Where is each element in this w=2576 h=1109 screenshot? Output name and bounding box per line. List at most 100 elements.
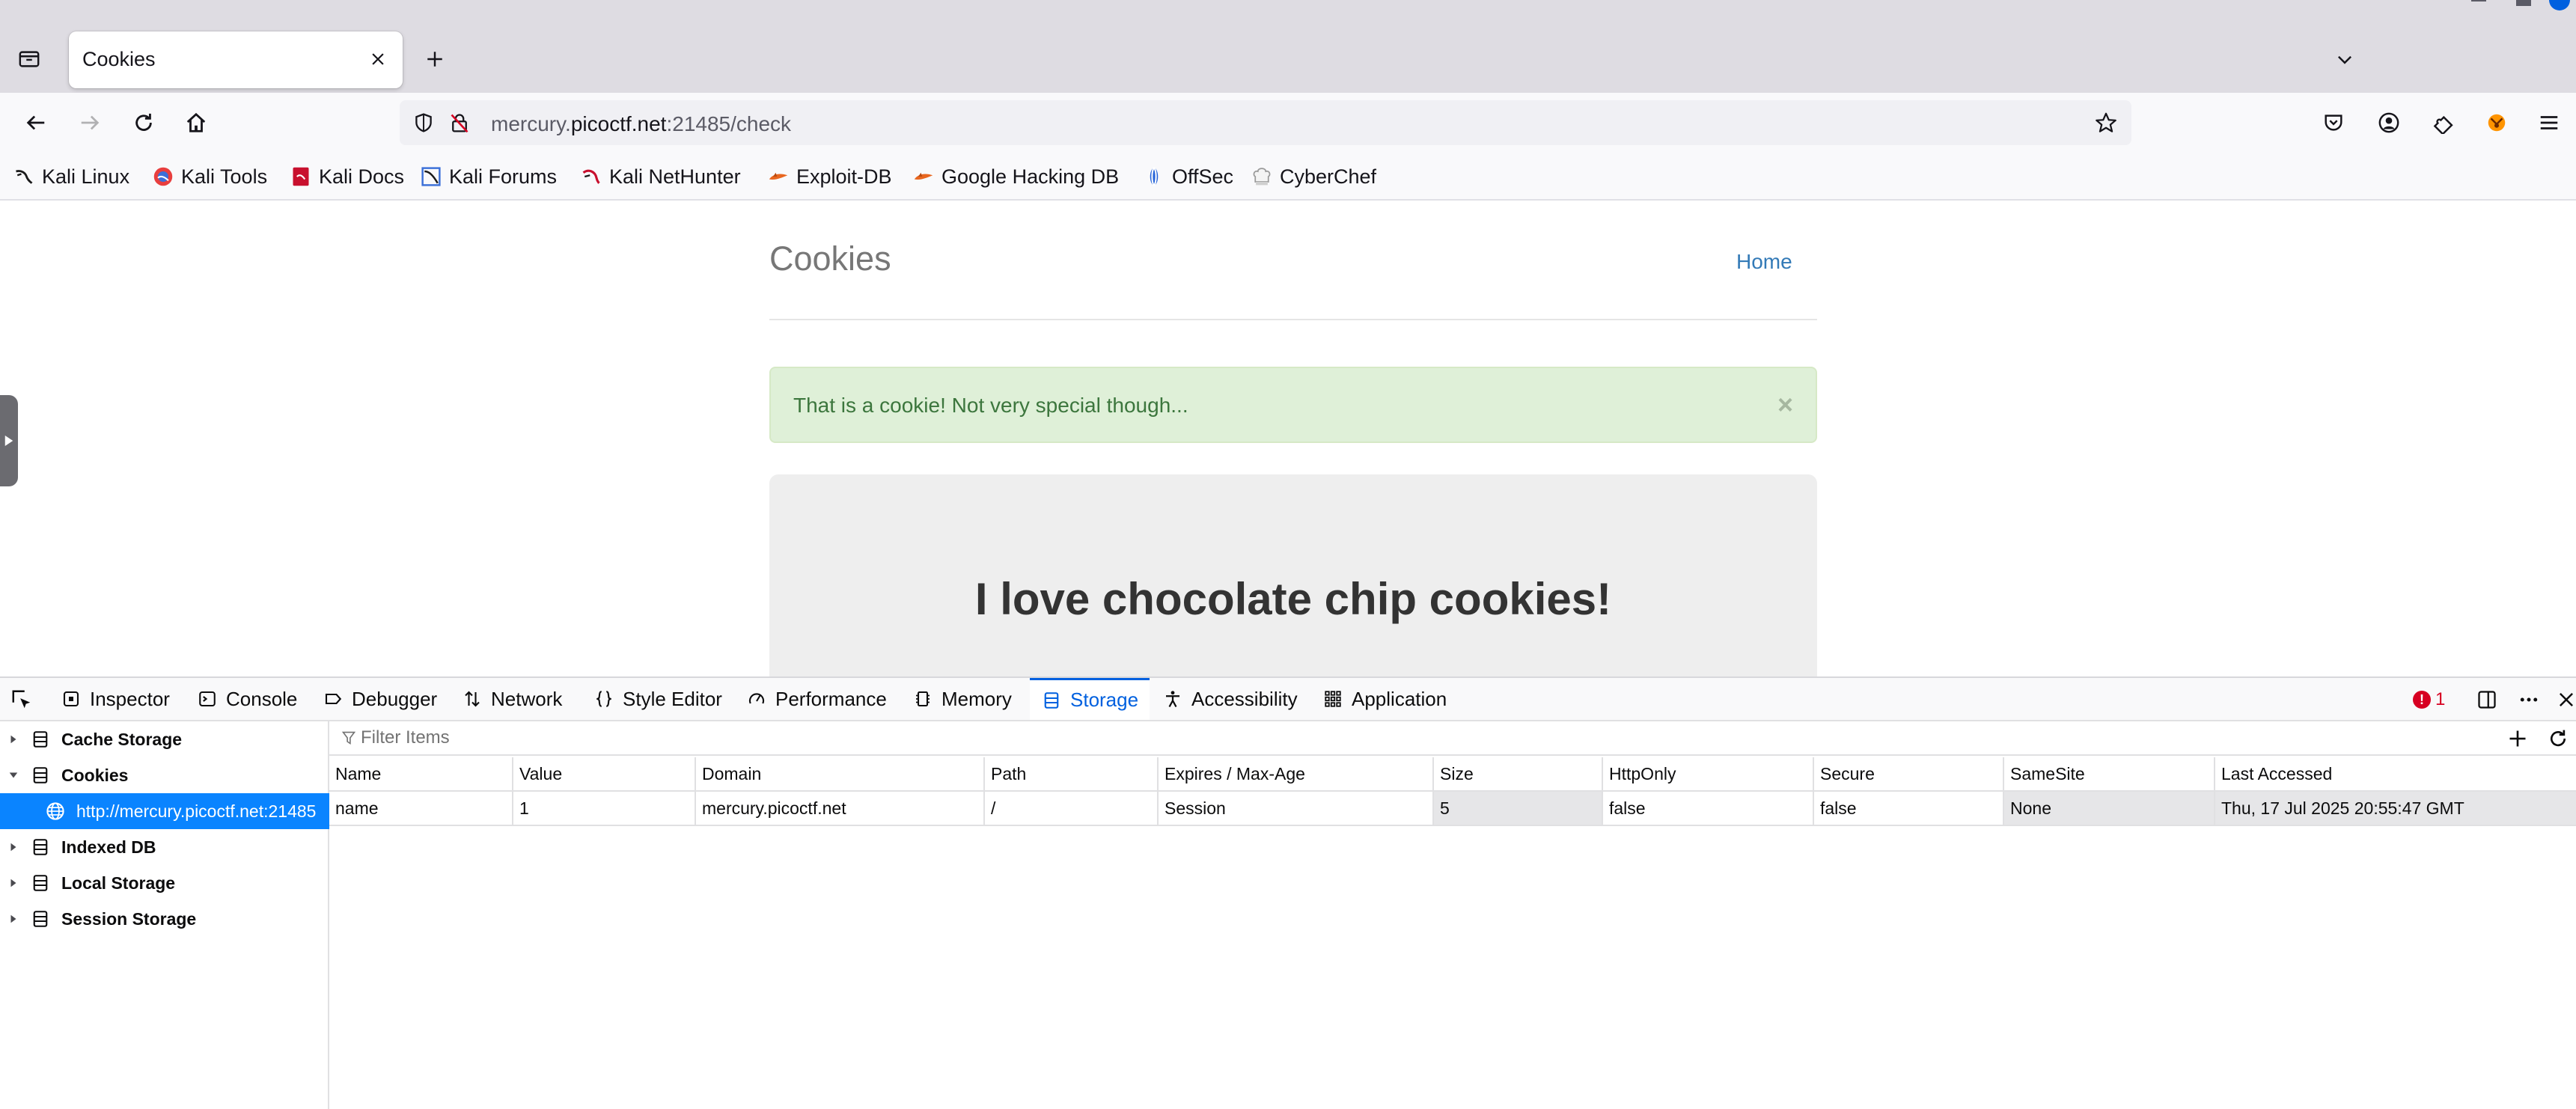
tab-cookies[interactable]: Cookies <box>69 31 403 88</box>
extension-fox-icon[interactable] <box>2480 106 2513 139</box>
tab-debugger[interactable]: Debugger <box>322 678 437 720</box>
firefox-view-icon[interactable] <box>13 43 45 75</box>
url-text[interactable]: mercury.picoctf.net:21485/check <box>491 112 791 136</box>
bookmark-exploit-db[interactable]: Exploit-DB <box>768 163 892 190</box>
tab-application[interactable]: Application <box>1322 678 1447 720</box>
column-header-samesite[interactable]: SameSite <box>2004 757 2215 792</box>
tab-label: Storage <box>1070 688 1139 711</box>
bookmark-label: Google Hacking DB <box>941 165 1120 188</box>
navigation-toolbar: mercury.picoctf.net:21485/check <box>0 93 2576 153</box>
application-icon <box>1322 688 1344 710</box>
accessibility-icon <box>1162 688 1184 710</box>
cell-expires[interactable]: Session <box>1159 792 1434 826</box>
dock-side-icon[interactable] <box>2474 687 2500 712</box>
tree-item-cookie-origin[interactable]: http://mercury.picoctf.net:21485 <box>0 793 329 829</box>
hamburger-menu-icon[interactable] <box>2533 106 2566 139</box>
bookmark-star-icon[interactable] <box>2093 109 2119 136</box>
bookmark-offsec[interactable]: OffSec <box>1144 163 1233 190</box>
bookmark-kali-nethunter[interactable]: Kali NetHunter <box>581 163 741 190</box>
bookmark-label: Exploit-DB <box>796 165 892 188</box>
pocket-icon[interactable] <box>2317 106 2350 139</box>
bookmark-kali-linux[interactable]: Kali Linux <box>13 163 129 190</box>
cell-path[interactable]: / <box>985 792 1159 826</box>
cell-domain[interactable]: mercury.picoctf.net <box>696 792 985 826</box>
error-count: 1 <box>2435 689 2446 709</box>
tree-label: http://mercury.picoctf.net:21485 <box>76 801 317 821</box>
column-header-httponly[interactable]: HttpOnly <box>1603 757 1814 792</box>
tab-performance[interactable]: Performance <box>745 678 887 720</box>
list-all-tabs-chevron-icon[interactable] <box>2329 43 2360 75</box>
sidebar-toggle-arrow-icon[interactable] <box>0 395 18 486</box>
address-bar[interactable]: mercury.picoctf.net:21485/check <box>400 100 2131 145</box>
bookmark-kali-forums[interactable]: Kali Forums <box>421 163 557 190</box>
window-controls <box>2464 0 2576 10</box>
url-domain: picoctf.net <box>570 112 667 135</box>
forward-arrow-icon[interactable] <box>73 106 106 139</box>
cell-value[interactable]: 1 <box>513 792 696 826</box>
more-options-icon[interactable] <box>2516 687 2542 712</box>
refresh-items-icon[interactable] <box>2545 726 2572 751</box>
close-devtools-icon[interactable] <box>2554 687 2576 712</box>
tree-item-cache-storage[interactable]: Cache Storage <box>0 721 329 757</box>
column-header-secure[interactable]: Secure <box>1814 757 2004 792</box>
expand-arrow-icon[interactable] <box>6 878 21 888</box>
cell-samesite[interactable]: None <box>2004 792 2215 826</box>
column-header-name[interactable]: Name <box>329 757 513 792</box>
expand-arrow-icon[interactable] <box>6 842 21 852</box>
bookmark-google-hacking-db[interactable]: Google Hacking DB <box>913 163 1119 190</box>
storage-tree: Cache Storage Cookies http://mercury.pic… <box>0 721 329 1109</box>
cell-size[interactable]: 5 <box>1434 792 1603 826</box>
tab-style-editor[interactable]: Style Editor <box>593 678 722 720</box>
tree-label: Cookies <box>61 765 129 785</box>
tab-console[interactable]: Console <box>196 678 297 720</box>
collapse-arrow-icon[interactable] <box>6 770 21 780</box>
extensions-puzzle-icon[interactable] <box>2426 106 2459 139</box>
tree-item-local-storage[interactable]: Local Storage <box>0 865 329 901</box>
column-header-value[interactable]: Value <box>513 757 696 792</box>
column-header-domain[interactable]: Domain <box>696 757 985 792</box>
add-item-plus-icon[interactable] <box>2504 726 2531 751</box>
new-tab-plus-icon[interactable] <box>419 43 451 75</box>
home-icon[interactable] <box>180 106 213 139</box>
back-arrow-icon[interactable] <box>19 106 52 139</box>
bookmark-kali-docs[interactable]: Kali Docs <box>290 163 404 190</box>
cell-last-accessed[interactable]: Thu, 17 Jul 2025 20:55:47 GMT <box>2215 792 2576 826</box>
kali-forums-icon <box>421 166 442 187</box>
bookmark-cyberchef[interactable]: CyberChef <box>1251 163 1376 190</box>
column-header-size[interactable]: Size <box>1434 757 1603 792</box>
tab-network[interactable]: Network <box>461 678 562 720</box>
filter-items-input[interactable] <box>361 726 2494 750</box>
performance-icon <box>745 688 768 710</box>
bookmark-kali-tools[interactable]: Kali Tools <box>153 163 267 190</box>
account-icon[interactable] <box>2372 106 2405 139</box>
cell-name[interactable]: name <box>329 792 513 826</box>
bookmarks-toolbar: Kali Linux Kali Tools Kali Docs Kali For… <box>0 153 2576 201</box>
expand-arrow-icon[interactable] <box>6 734 21 745</box>
element-picker-icon[interactable] <box>9 687 34 712</box>
tree-item-session-storage[interactable]: Session Storage <box>0 901 329 937</box>
cell-secure[interactable]: false <box>1814 792 2004 826</box>
page-title: Cookies <box>769 239 891 278</box>
alert-close-icon[interactable]: × <box>1777 389 1793 421</box>
tab-inspector[interactable]: Inspector <box>60 678 170 720</box>
column-header-expires[interactable]: Expires / Max-Age <box>1159 757 1434 792</box>
column-header-path[interactable]: Path <box>985 757 1159 792</box>
table-row[interactable]: name 1 mercury.picoctf.net / Session 5 f… <box>329 792 2576 826</box>
tree-label: Cache Storage <box>61 729 183 749</box>
home-link[interactable]: Home <box>1736 250 1792 274</box>
tree-item-indexed-db[interactable]: Indexed DB <box>0 829 329 865</box>
reload-icon[interactable] <box>127 106 160 139</box>
expand-arrow-icon[interactable] <box>6 914 21 924</box>
tree-item-cookies[interactable]: Cookies <box>0 757 329 793</box>
insecure-connection-lock-icon[interactable] <box>446 109 473 136</box>
tracking-protection-shield-icon[interactable] <box>410 109 437 136</box>
column-header-last-accessed[interactable]: Last Accessed <box>2215 757 2576 792</box>
tab-bar: Cookies <box>0 0 2576 93</box>
tab-accessibility[interactable]: Accessibility <box>1162 678 1298 720</box>
cell-httponly[interactable]: false <box>1603 792 1814 826</box>
close-tab-icon[interactable] <box>364 45 392 73</box>
tab-storage[interactable]: Storage <box>1030 678 1150 720</box>
tab-memory[interactable]: Memory <box>912 678 1012 720</box>
error-count-badge[interactable]: ! 1 <box>2413 687 2445 712</box>
bookmark-label: OffSec <box>1172 165 1234 188</box>
